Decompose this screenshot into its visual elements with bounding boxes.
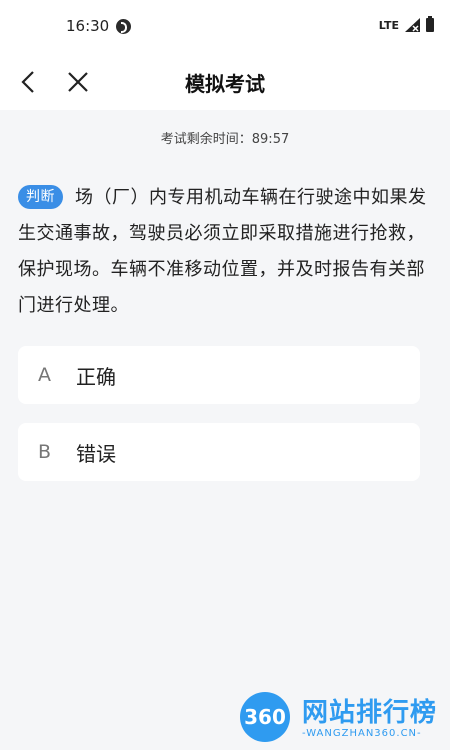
question-text: 场（厂）内专用机动车辆在行驶途中如果发生交通事故，驾驶员必须立即采取措施进行抢救… — [18, 187, 427, 316]
status-bar: 16:30 LTE — [0, 0, 450, 54]
signal-icon — [405, 18, 420, 32]
watermark: 360 网站排行榜 -WANGZHAN360.CN- — [240, 690, 450, 746]
app-notification-icon — [116, 19, 131, 34]
watermark-title: 网站排行榜 — [302, 698, 438, 728]
question-text-block: 判断 场（厂）内专用机动车辆在行驶途中如果发生交通事故，驾驶员必须立即采取措施进行… — [18, 180, 432, 324]
watermark-logo-icon: 360 — [240, 692, 290, 742]
option-letter: A — [38, 364, 51, 386]
question-type-badge: 判断 — [18, 185, 63, 209]
option-b[interactable]: B 错误 — [18, 423, 420, 481]
option-label: 错误 — [76, 441, 116, 466]
page-title: 模拟考试 — [185, 72, 265, 96]
option-a[interactable]: A 正确 — [18, 346, 420, 404]
nav-bar: 模拟考试 — [0, 54, 450, 110]
status-indicators: LTE — [378, 16, 434, 32]
status-time: 16:30 — [66, 17, 110, 35]
network-type-label: LTE — [378, 18, 399, 32]
battery-icon — [426, 16, 434, 32]
watermark-subtitle: -WANGZHAN360.CN- — [302, 728, 422, 739]
option-letter: B — [38, 441, 52, 463]
option-label: 正确 — [76, 364, 116, 389]
exam-timer: 考试剩余时间：89:57 — [160, 132, 290, 147]
